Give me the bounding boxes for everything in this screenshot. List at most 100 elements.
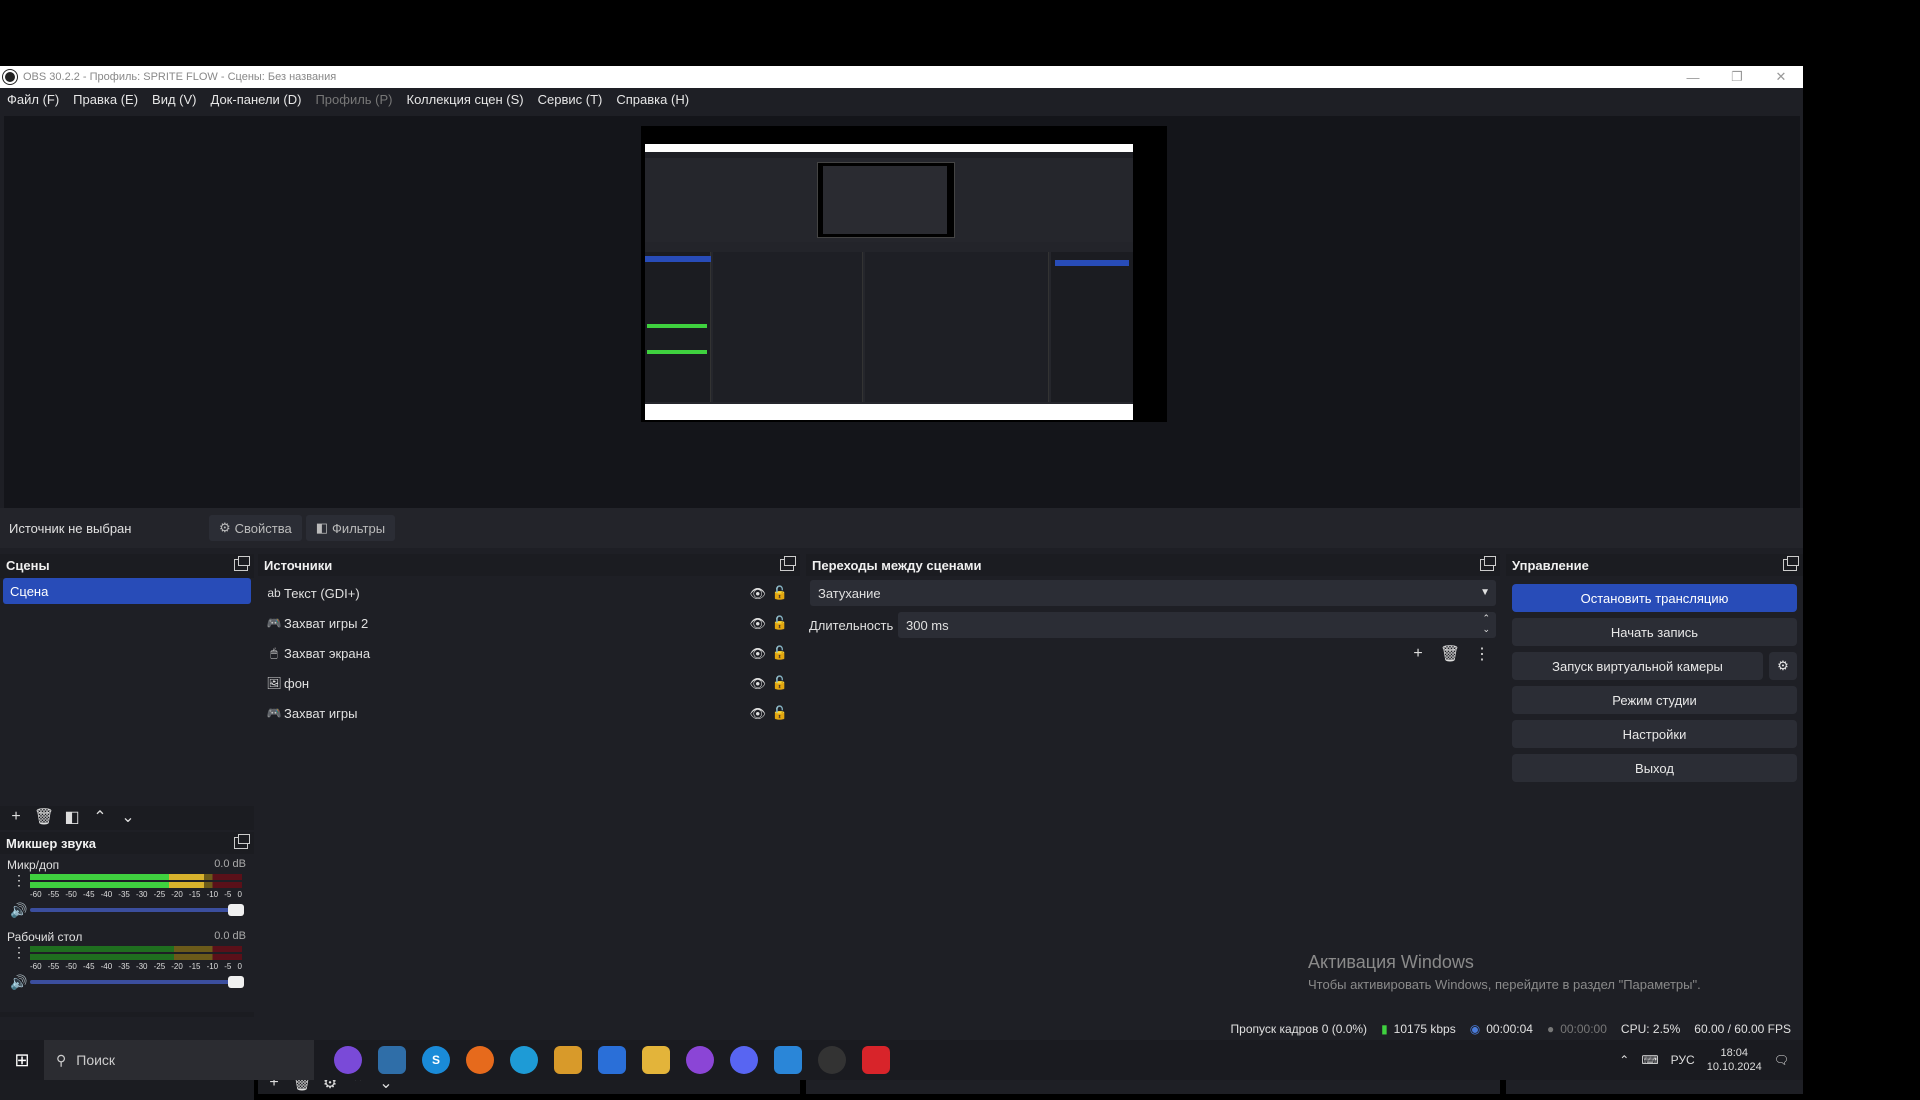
eye-icon[interactable]: 👁 <box>749 676 766 692</box>
more-options-icon[interactable]: ⋮ <box>12 872 26 889</box>
lock-icon[interactable]: 🔓 <box>772 585 788 601</box>
skype-icon[interactable]: S <box>422 1046 450 1074</box>
taskbar-search[interactable]: ⚲ Поиск <box>44 1040 314 1080</box>
menu-edit[interactable]: Правка (E) <box>66 92 145 107</box>
clock[interactable]: 18:04 10.10.2024 <box>1707 1046 1762 1074</box>
firefox-icon[interactable] <box>466 1046 494 1074</box>
more-options-icon[interactable]: ⋮ <box>12 944 26 961</box>
source-item[interactable]: 🎮 Захват игры 2 👁 🔓 <box>258 608 800 638</box>
app-icon[interactable] <box>378 1046 406 1074</box>
undock-icon[interactable] <box>234 834 250 849</box>
duration-spinbox[interactable]: 300 ms ⌃ ⌄ <box>898 612 1496 638</box>
speaker-icon[interactable]: 🔊 <box>10 902 27 919</box>
preview-area[interactable] <box>4 116 1800 508</box>
studio-mode-button[interactable]: Режим студии <box>1512 686 1797 714</box>
mixer-channels: Микр/доп 0.0 dB ⋮ -60 -55 -50 -45 -40 -35 -30-… <box>0 854 254 1012</box>
stepper-arrows-icon[interactable]: ⌃ ⌄ <box>1482 613 1490 635</box>
watermark-subtitle: Чтобы активировать Windows, перейдите в … <box>1308 977 1701 992</box>
keyboard-icon[interactable]: ⌨ <box>1641 1053 1658 1067</box>
lock-icon[interactable]: 🔓 <box>772 705 788 721</box>
channel-db: 0.0 dB <box>214 930 246 942</box>
undock-icon[interactable] <box>780 556 796 571</box>
lock-icon[interactable]: 🔓 <box>772 645 788 661</box>
stop-streaming-button[interactable]: Остановить трансляцию <box>1512 584 1797 612</box>
slider-knob[interactable] <box>228 904 244 916</box>
virtual-camera-settings-button[interactable]: ⚙ <box>1769 652 1797 680</box>
properties-button[interactable]: ⚙ Свойства <box>209 515 302 541</box>
source-info-bar: Источник не выбран ⚙ Свойства ◧ Фильтры <box>0 508 1803 548</box>
volume-slider[interactable] <box>30 976 244 988</box>
store-icon[interactable] <box>598 1046 626 1074</box>
minimize-button[interactable]: — <box>1671 66 1715 88</box>
filter-icon[interactable]: ◧ <box>64 809 80 826</box>
chevron-down-icon[interactable]: ⌄ <box>120 809 136 826</box>
start-recording-button[interactable]: Начать запись <box>1512 618 1797 646</box>
mail-icon[interactable] <box>774 1046 802 1074</box>
discord-icon[interactable] <box>730 1046 758 1074</box>
close-button[interactable]: ✕ <box>1759 66 1803 88</box>
meter-tick-label: -15 <box>188 962 201 971</box>
undock-icon[interactable] <box>1783 556 1799 571</box>
language-indicator[interactable]: РУС <box>1671 1053 1695 1067</box>
menu-help[interactable]: Справка (H) <box>609 92 696 107</box>
app-icon[interactable] <box>334 1046 362 1074</box>
transition-select[interactable]: Затухание ▼ <box>810 580 1496 606</box>
add-icon[interactable]: + <box>1410 645 1426 662</box>
menu-tools[interactable]: Сервис (T) <box>531 92 610 107</box>
preview-canvas[interactable] <box>641 126 1167 422</box>
stream-time: 00:00:04 <box>1486 1021 1533 1036</box>
exit-button[interactable]: Выход <box>1512 754 1797 782</box>
chevron-up-icon[interactable]: ⌃ <box>92 809 108 826</box>
menu-file[interactable]: Файл (F) <box>0 92 66 107</box>
edge-icon[interactable] <box>510 1046 538 1074</box>
trash-icon[interactable]: 🗑 <box>34 809 54 826</box>
scene-item[interactable]: Сцена <box>3 578 251 604</box>
notification-icon[interactable]: 🗨 <box>1774 1053 1789 1067</box>
speaker-icon[interactable]: 🔊 <box>10 974 27 991</box>
meter-tick-label: -10 <box>206 962 219 971</box>
folder-icon[interactable] <box>642 1046 670 1074</box>
app-icon[interactable] <box>554 1046 582 1074</box>
menu-docks[interactable]: Док-панели (D) <box>204 92 309 107</box>
chevron-up-icon[interactable]: ⌃ <box>1619 1053 1629 1067</box>
source-item[interactable]: 🖼 фон 👁 🔓 <box>258 668 800 698</box>
slider-knob[interactable] <box>228 976 244 988</box>
start-virtual-camera-button[interactable]: Запуск виртуальной камеры <box>1512 652 1763 680</box>
meter-tick-label: -30 <box>135 962 148 971</box>
filters-button[interactable]: ◧ Фильтры <box>305 515 396 541</box>
eye-icon[interactable]: 👁 <box>749 706 766 722</box>
meter-tick-label: -35 <box>118 890 130 899</box>
add-icon[interactable]: + <box>8 808 24 825</box>
obs-icon[interactable] <box>818 1046 846 1074</box>
restore-button[interactable]: ❐ <box>1715 66 1759 88</box>
lock-icon[interactable]: 🔓 <box>772 675 788 691</box>
meter-scale: -60 -55 -50 -45 -40 -35 -30 -25 -20 -15 -10 -5 0 <box>30 962 242 972</box>
image-icon: 🖼 <box>266 676 282 690</box>
source-list: ab Текст (GDI+) 👁 🔓 🎮 Захват игры 2 👁 🔓 … <box>258 576 800 1068</box>
source-item[interactable]: 🎮 Захват игры 👁 🔓 <box>258 698 800 728</box>
app-icon[interactable] <box>862 1046 890 1074</box>
eye-icon[interactable]: 👁 <box>749 646 766 662</box>
eye-icon[interactable]: 👁 <box>749 616 766 632</box>
undock-icon[interactable] <box>234 556 250 571</box>
volume-slider[interactable] <box>30 904 244 916</box>
menu-profile[interactable]: Профиль (P) <box>308 92 399 107</box>
obs-logo-icon <box>3 70 17 84</box>
source-item[interactable]: 🖱 Захват экрана 👁 🔓 <box>258 638 800 668</box>
meter-tick-label: -55 <box>47 962 60 971</box>
app-icon[interactable] <box>686 1046 714 1074</box>
monitor-icon: 🖱 <box>270 645 278 660</box>
windows-start-icon[interactable]: ⊞ <box>0 1050 44 1071</box>
menu-view[interactable]: Вид (V) <box>145 92 203 107</box>
source-label: Захват экрана <box>284 645 371 661</box>
meter-tick-label: -55 <box>47 890 60 899</box>
settings-button[interactable]: Настройки <box>1512 720 1797 748</box>
lock-icon[interactable]: 🔓 <box>772 615 788 631</box>
trash-icon[interactable]: 🗑 <box>1440 646 1460 663</box>
cpu-usage: CPU: 2.5% <box>1620 1021 1681 1036</box>
undock-icon[interactable] <box>1480 556 1496 571</box>
eye-icon[interactable]: 👁 <box>749 586 766 602</box>
menu-scene-collection[interactable]: Коллекция сцен (S) <box>400 92 531 107</box>
source-item[interactable]: ab Текст (GDI+) 👁 🔓 <box>258 578 800 608</box>
more-options-icon[interactable]: ⋮ <box>1474 646 1490 663</box>
